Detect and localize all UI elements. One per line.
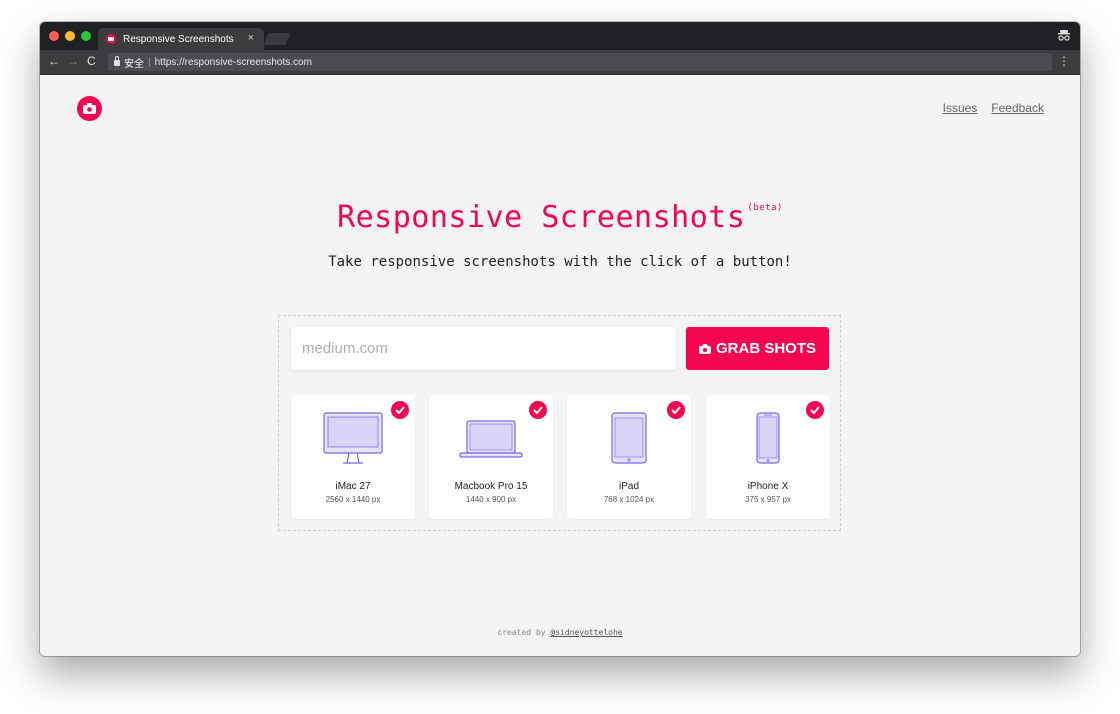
header-nav: Issues Feedback	[943, 101, 1044, 115]
page-title: Responsive Screenshots (beta)	[40, 200, 1080, 235]
page-content: Issues Feedback Responsive Screenshots (b…	[40, 76, 1080, 656]
incognito-icon	[1056, 28, 1072, 44]
lock-icon	[114, 56, 120, 66]
forward-arrow-icon[interactable]: →	[67, 54, 79, 68]
device-card-imac[interactable]: iMac 27 2560 x 1440 px	[291, 395, 415, 519]
minimize-window-button[interactable]	[65, 31, 75, 41]
device-card-iphone-x[interactable]: iPhone X 375 x 957 px	[706, 395, 830, 519]
page-title-text: Responsive Screenshots	[337, 200, 746, 235]
device-resolution: 375 x 957 px	[745, 495, 791, 504]
browser-toolbar: ← → C 安全 | https://responsive-screenshot…	[40, 50, 1080, 75]
feedback-link[interactable]: Feedback	[991, 101, 1044, 115]
page-subtitle: Take responsive screenshots with the cli…	[328, 254, 792, 270]
browser-tab[interactable]: Responsive Screenshots ×	[98, 28, 264, 50]
device-list: iMac 27 2560 x 1440 px Macbook Pro 15 14…	[291, 395, 830, 519]
device-name: iMac 27	[335, 481, 371, 492]
grab-shots-button[interactable]: GRAB SHOTS	[686, 327, 829, 370]
author-link[interactable]: @sidneyottelohe	[550, 628, 622, 637]
device-name: iPad	[618, 481, 639, 492]
ipad-icon	[611, 412, 647, 464]
device-resolution: 768 x 1024 px	[603, 495, 655, 504]
beta-badge: (beta)	[747, 203, 783, 213]
iphone-icon	[756, 412, 780, 464]
maximize-window-button[interactable]	[81, 31, 91, 41]
device-card-macbook[interactable]: Macbook Pro 15 1440 x 900 px	[429, 395, 553, 519]
device-card-ipad[interactable]: iPad 768 x 1024 px	[567, 395, 691, 519]
footer-prefix: created by	[497, 628, 546, 637]
url-input[interactable]	[291, 327, 676, 370]
tab-close-icon[interactable]: ×	[248, 32, 254, 44]
title-bar: Responsive Screenshots ×	[40, 22, 1080, 50]
issues-link[interactable]: Issues	[943, 101, 978, 115]
device-name: iPhone X	[747, 481, 789, 492]
device-name: Macbook Pro 15	[454, 481, 528, 492]
address-bar[interactable]: 安全 | https://responsive-screenshots.com	[108, 53, 1052, 71]
screenshot-form: GRAB SHOTS iMac 27 2560 x	[278, 315, 841, 531]
tab-title: Responsive Screenshots	[123, 33, 234, 45]
device-resolution: 1440 x 900 px	[465, 495, 517, 504]
browser-window: Responsive Screenshots × ← → C 安全 | http…	[40, 22, 1080, 656]
back-arrow-icon[interactable]: ←	[48, 54, 60, 68]
camera-icon	[699, 343, 711, 354]
footer: created by @sidneyottelohe	[40, 628, 1080, 637]
new-tab-button[interactable]	[263, 33, 291, 45]
close-window-button[interactable]	[49, 31, 59, 41]
browser-menu-icon[interactable]: ⋮	[1058, 54, 1070, 68]
macbook-icon	[459, 420, 523, 458]
grab-shots-label: GRAB SHOTS	[715, 340, 816, 357]
imac-icon	[323, 412, 383, 464]
logo-camera-icon[interactable]	[77, 96, 102, 121]
reload-icon[interactable]: C	[87, 54, 96, 68]
device-resolution: 2560 x 1440 px	[325, 495, 381, 504]
url-text: https://responsive-screenshots.com	[154, 56, 312, 68]
secure-label: 安全	[124, 58, 144, 70]
address-separator: |	[148, 56, 151, 68]
camera-favicon-icon	[106, 34, 116, 44]
